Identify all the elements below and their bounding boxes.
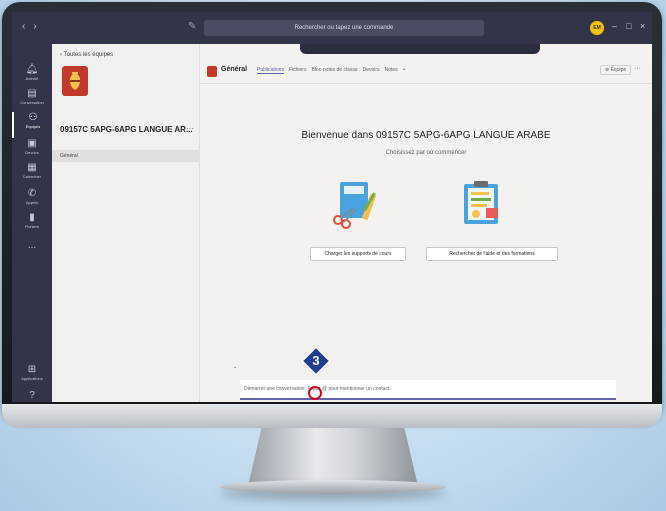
add-tab-icon[interactable]: + <box>403 67 406 74</box>
team-logo <box>62 66 88 96</box>
appbar-label: Conversation <box>20 100 44 105</box>
assignments-icon: ▣ <box>27 138 37 149</box>
tab-grades[interactable]: Notes <box>385 67 398 74</box>
monitor-chin <box>2 404 662 428</box>
monitor-stand <box>248 428 418 486</box>
welcome-title: Bienvenue dans 09157C 5APG-6APG LANGUE A… <box>301 130 551 141</box>
channel-tabs: Publications Fichiers Bloc-notes de clas… <box>257 67 406 74</box>
team-button[interactable]: ⊕ Équipe <box>600 65 632 75</box>
maximize-icon[interactable]: □ <box>626 21 631 31</box>
appbar-label: Équipes <box>25 124 41 129</box>
appbar-item-help[interactable]: ? <box>12 390 52 402</box>
title-bar: ‹› ✎ Rechercher ou tapez une commande EM… <box>12 12 652 44</box>
channel-header: Général Publications Fichiers Bloc-notes… <box>200 44 652 84</box>
channel-item-general[interactable]: Général <box>52 150 200 162</box>
clipboard-illustration <box>464 181 498 224</box>
appbar-item-files[interactable]: ▮ Fichiers <box>12 212 52 238</box>
minimize-icon[interactable]: – <box>612 21 617 31</box>
files-icon: ▮ <box>29 212 35 223</box>
forward-icon[interactable]: › <box>33 21 44 32</box>
all-teams-link[interactable]: ‹ Toutes les équipes <box>60 52 113 58</box>
appbar-item-calls[interactable]: ✆ Appels <box>12 188 52 214</box>
appbar-item-assignments[interactable]: ▣ Devoirs <box>12 138 52 164</box>
search-input[interactable]: Rechercher ou tapez une commande <box>204 20 484 36</box>
find-help-training-button[interactable]: Rechercher de l'aide et des formations <box>426 247 558 261</box>
help-icon: ? <box>29 390 35 401</box>
appbar-label: Applications <box>21 376 43 381</box>
app-bar: 🔔︎ Activité ▤ Conversation ⚇ Équipes ▣ D… <box>12 44 52 402</box>
tab-class-notebook[interactable]: Bloc-notes de classe <box>311 67 357 74</box>
channel-main: Général Publications Fichiers Bloc-notes… <box>200 44 652 402</box>
appbar-label: Fichiers <box>24 224 39 229</box>
welcome-subtitle: Choisissez par où commencer <box>385 150 467 156</box>
nav-arrows[interactable]: ‹› <box>22 21 45 32</box>
compose-input[interactable]: Démarrer une conversation. Tapez @ pour … <box>240 380 616 400</box>
tab-assignments[interactable]: Devoirs <box>363 67 380 74</box>
apps-icon: ⊞ <box>27 364 37 375</box>
chat-icon: ▤ <box>27 88 37 99</box>
appbar-label: Devoirs <box>25 150 39 155</box>
appbar-item-more[interactable]: ... <box>12 240 52 266</box>
tab-files[interactable]: Fichiers <box>289 67 307 74</box>
team-name: 09157C 5APG-6APG LANGUE AR... <box>60 125 193 134</box>
appbar-item-calendar[interactable]: ▦ Calendrier <box>12 162 52 188</box>
appbar-label: Calendrier <box>22 174 42 179</box>
appbar-label: Activité <box>25 76 39 81</box>
monitor-base <box>220 480 446 494</box>
channel-logo <box>207 66 217 77</box>
notebook-illustration <box>333 182 377 229</box>
phone-icon: ✆ <box>27 188 37 199</box>
collapse-icon[interactable]: ⌄ <box>233 364 237 370</box>
upload-course-materials-button[interactable]: Charger les supports de cours <box>310 247 406 261</box>
screen-notch <box>300 44 540 54</box>
step-number: 3 <box>312 353 320 368</box>
calendar-icon: ▦ <box>27 162 37 173</box>
appbar-item-teams[interactable]: ⚇ Équipes <box>12 112 52 138</box>
teams-icon: ⚇ <box>28 112 38 123</box>
team-panel: ‹ Toutes les équipes 09157C 5APG-6APG LA… <box>52 44 200 402</box>
appbar-item-apps[interactable]: ⊞ Applications <box>12 364 52 390</box>
channel-title: Général <box>221 66 248 73</box>
all-teams-label: Toutes les équipes <box>63 52 114 58</box>
bell-icon: 🔔︎ <box>25 64 39 75</box>
vase-icon <box>69 72 81 90</box>
tab-publications[interactable]: Publications <box>257 67 284 74</box>
teams-window: ‹› ✎ Rechercher ou tapez une commande EM… <box>12 12 652 402</box>
new-chat-icon[interactable]: ✎ <box>188 21 196 32</box>
team-more-icon[interactable]: ··· <box>186 124 194 133</box>
close-icon[interactable]: × <box>640 21 645 31</box>
highlight-ring <box>308 386 322 400</box>
appbar-item-chat[interactable]: ▤ Conversation <box>12 88 52 114</box>
avatar[interactable]: EM <box>590 21 604 35</box>
appbar-label: Appels <box>25 200 39 205</box>
appbar-item-activity[interactable]: 🔔︎ Activité <box>12 64 52 90</box>
channel-more-icon[interactable]: ··· <box>634 65 641 72</box>
more-icon: ... <box>27 240 37 251</box>
back-icon[interactable]: ‹ <box>22 21 33 32</box>
